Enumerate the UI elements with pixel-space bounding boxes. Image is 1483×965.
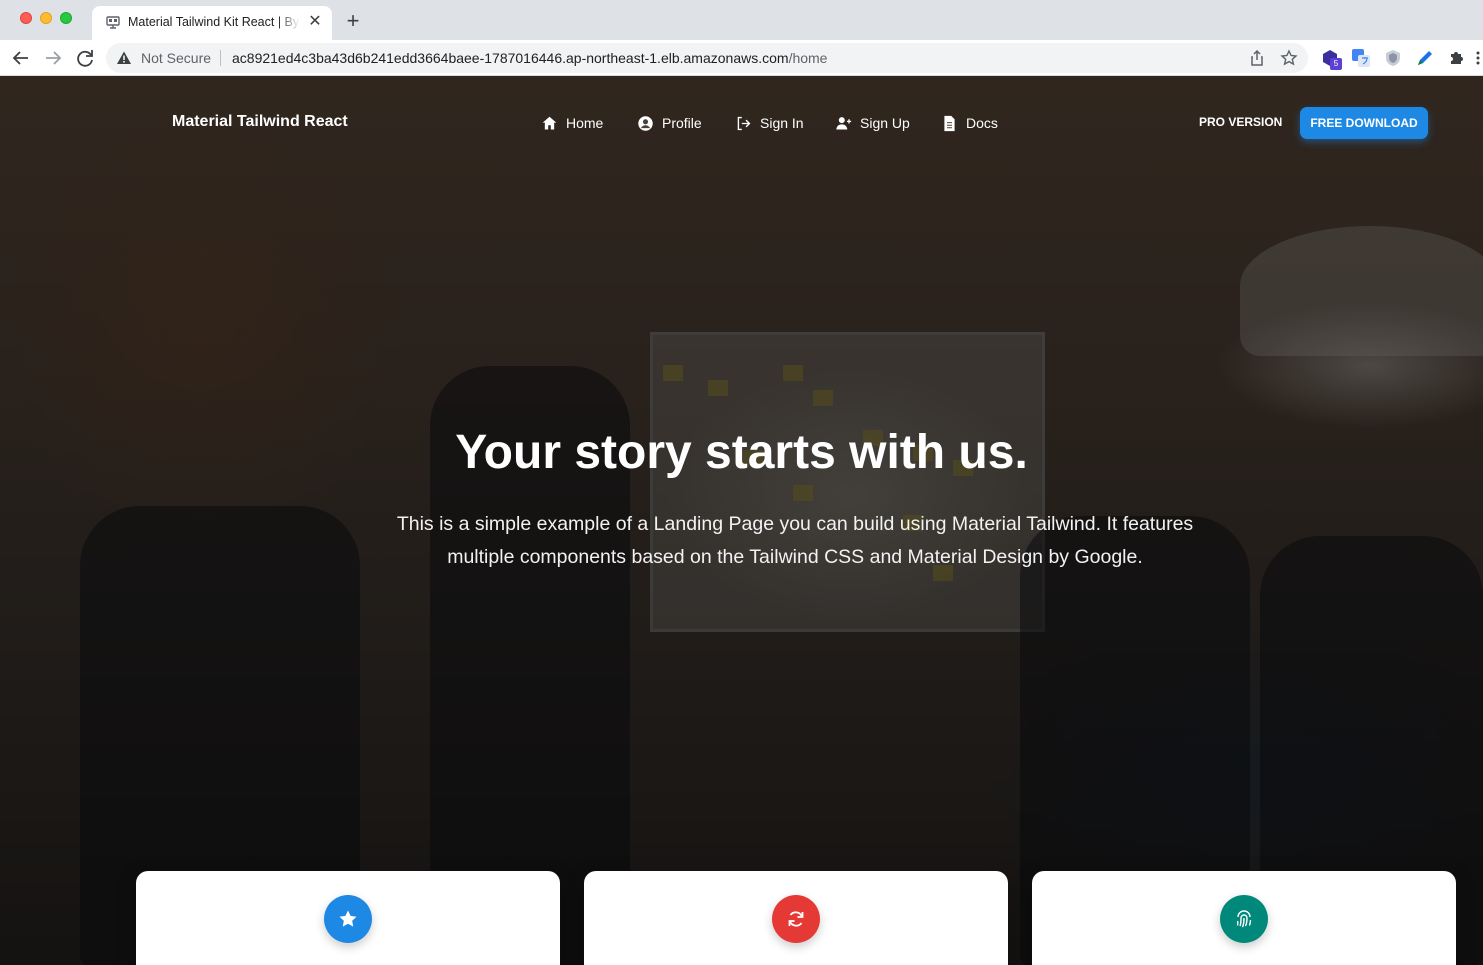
forward-icon[interactable] <box>42 47 64 69</box>
reload-icon[interactable] <box>74 47 96 69</box>
translate-icon[interactable] <box>1351 48 1371 68</box>
shield-icon[interactable] <box>1383 48 1403 68</box>
feature-card <box>584 871 1008 965</box>
star-icon <box>339 910 357 927</box>
close-window-button[interactable] <box>20 12 32 24</box>
back-icon[interactable] <box>10 47 32 69</box>
pro-version-link[interactable]: PRO VERSION <box>1199 115 1282 129</box>
free-download-button[interactable]: FREE DOWNLOAD <box>1300 107 1428 139</box>
hero-subtext: This is a simple example of a Landing Pa… <box>396 513 1194 568</box>
browser-tab-bar: Material Tailwind Kit React | By ✕ + <box>0 0 1483 40</box>
tab-title: Material Tailwind Kit React | By <box>128 15 300 29</box>
nav-link-label: Profile <box>662 115 702 131</box>
nav-link-home[interactable]: Home <box>541 112 603 134</box>
url-host: ac8921ed4c3ba43d6b241edd3664baee-1787016… <box>232 50 789 66</box>
feature-card <box>136 871 560 965</box>
menu-kebab-icon[interactable] <box>1475 50 1481 66</box>
fingerprint-icon <box>1236 910 1252 928</box>
document-icon <box>944 115 955 131</box>
hero-headline: Your story starts with us. <box>455 426 1028 479</box>
nav-link-label: Docs <box>966 115 998 131</box>
browser-tab[interactable]: Material Tailwind Kit React | By ✕ <box>92 6 332 40</box>
maximize-window-button[interactable] <box>60 12 72 24</box>
address-separator <box>220 50 221 66</box>
feature-icon-badge <box>1220 895 1268 943</box>
url-text[interactable]: ac8921ed4c3ba43d6b241edd3664baee-1787016… <box>232 50 827 66</box>
minimize-window-button[interactable] <box>40 12 52 24</box>
refresh-icon <box>788 911 804 927</box>
nav-link-label: Sign In <box>760 115 804 131</box>
nav-link-label: Sign Up <box>860 115 910 131</box>
nav-link-sign-in[interactable]: Sign In <box>735 112 804 134</box>
address-bar[interactable]: Not Secure ac8921ed4c3ba43d6b241edd3664b… <box>106 43 1308 73</box>
favicon-icon <box>106 16 120 29</box>
home-icon <box>542 116 557 129</box>
nav-link-profile[interactable]: Profile <box>637 112 702 134</box>
url-path: /home <box>788 50 828 66</box>
extension-cube-icon[interactable]: 5 <box>1320 48 1342 70</box>
extension-badge: 5 <box>1330 58 1342 70</box>
feature-icon-badge <box>324 895 372 943</box>
puzzle-icon[interactable] <box>1447 48 1467 68</box>
bookmark-star-icon[interactable] <box>1280 49 1298 67</box>
nav-link-label: Home <box>566 115 604 131</box>
new-tab-icon[interactable]: + <box>342 10 364 32</box>
sign-in-icon <box>737 116 751 130</box>
browser-toolbar: Not Secure ac8921ed4c3ba43d6b241edd3664b… <box>0 40 1483 76</box>
security-label[interactable]: Not Secure <box>141 50 211 66</box>
warning-icon[interactable] <box>116 50 132 66</box>
close-tab-icon[interactable]: ✕ <box>306 13 324 31</box>
hero-section: Material Tailwind React Home Profile Sig… <box>0 76 1483 965</box>
brand-logo[interactable]: Material Tailwind React <box>172 113 348 131</box>
share-icon[interactable] <box>1248 49 1266 67</box>
user-plus-icon <box>836 116 852 129</box>
feature-card <box>1032 871 1456 965</box>
user-circle-icon <box>638 115 653 131</box>
nav-link-sign-up[interactable]: Sign Up <box>835 112 910 134</box>
pen-icon[interactable] <box>1415 48 1435 68</box>
feature-icon-badge <box>772 895 820 943</box>
nav-link-docs[interactable]: Docs <box>941 112 998 134</box>
